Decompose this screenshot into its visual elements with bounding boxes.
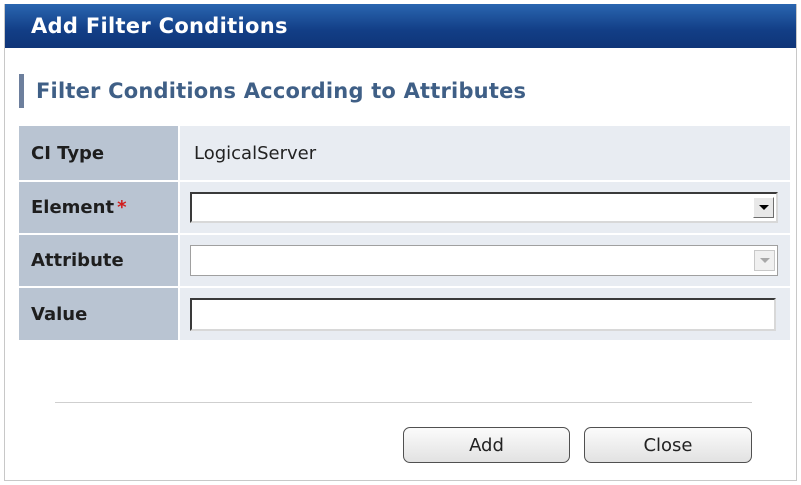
ci-type-row: CI Type LogicalServer: [19, 126, 790, 182]
attribute-row: Attribute: [19, 235, 790, 288]
attribute-label: Attribute: [19, 235, 180, 288]
chevron-down-icon[interactable]: [753, 197, 774, 218]
dialog-title: Add Filter Conditions: [5, 4, 796, 48]
element-label: Element: [31, 197, 115, 218]
value-label: Value: [19, 288, 180, 342]
attribute-select-cell: [180, 235, 790, 288]
filter-form-table: CI Type LogicalServer Element * Attribute: [19, 126, 790, 342]
element-select[interactable]: [190, 192, 778, 223]
ci-type-value: LogicalServer: [194, 142, 317, 164]
element-label-cell: Element *: [19, 182, 180, 235]
element-row: Element *: [19, 182, 790, 235]
divider: [55, 402, 752, 403]
required-indicator: *: [117, 197, 127, 218]
value-row: Value: [19, 288, 790, 342]
element-select-cell: [180, 182, 790, 235]
close-button[interactable]: Close: [584, 427, 752, 463]
chevron-down-icon[interactable]: [754, 250, 775, 271]
ci-type-value-cell: LogicalServer: [180, 126, 790, 182]
add-filter-conditions-dialog: Add Filter Conditions Filter Conditions …: [4, 4, 797, 481]
value-input-cell: [180, 288, 790, 342]
section-heading: Filter Conditions According to Attribute…: [19, 74, 526, 108]
value-input[interactable]: [190, 297, 776, 331]
ci-type-label: CI Type: [19, 126, 180, 182]
attribute-select[interactable]: [190, 245, 778, 276]
add-button[interactable]: Add: [403, 427, 570, 463]
